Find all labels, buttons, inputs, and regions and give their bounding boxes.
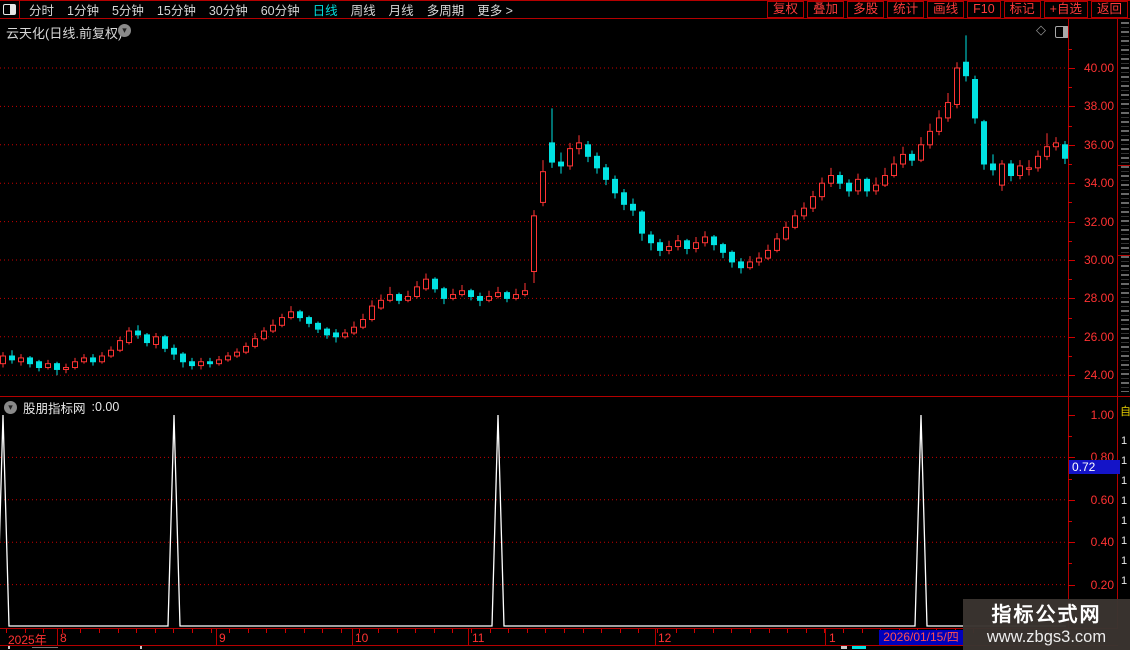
panel-separator[interactable] — [0, 396, 1130, 397]
period-tab-15分钟[interactable]: 15分钟 — [157, 0, 196, 19]
current-date-box: 2026/01/15/四 — [879, 630, 963, 645]
price-axis-label: 32.00 — [1083, 214, 1114, 229]
main-candlestick-chart[interactable] — [0, 35, 1068, 397]
period-tab-5分钟[interactable]: 5分钟 — [112, 0, 144, 19]
sub-indicator-name[interactable]: 股朋指标网 — [23, 398, 86, 417]
period-tab-周线[interactable]: 周线 — [351, 0, 376, 19]
sidebar-highlight-char: 自 — [1120, 406, 1130, 418]
month-label-12: 12 — [658, 631, 672, 645]
sub-indicator-chart[interactable] — [0, 397, 1068, 629]
price-axis-label: 38.00 — [1083, 99, 1114, 114]
indicator-current-value-box: 0.72 — [1069, 460, 1120, 474]
month-label-9: 9 — [219, 631, 226, 645]
clipped-panel-sliver — [0, 646, 1130, 650]
diamond-icon[interactable]: ◇ — [1036, 22, 1046, 38]
period-toolbar: 分时 1分钟 5分钟 15分钟 30分钟 60分钟 日线 周线 月线 多周期 更多 > 复权 叠加 多股… — [0, 0, 1130, 19]
price-axis-label: 30.00 — [1083, 253, 1114, 267]
indicator-axis-label: 0.40 — [1090, 535, 1114, 550]
price-axis-label: 36.00 — [1083, 137, 1114, 152]
sub-indicator-value: :0.00 — [91, 400, 120, 414]
toolbar-action-buttons: 复权 叠加 多股 统计 画线 F10 标记 +自选 返回 — [767, 1, 1130, 18]
month-label-1: 1 — [829, 631, 836, 645]
period-tab-分时[interactable]: 分时 — [29, 0, 54, 19]
toolbar-button-画线[interactable]: 画线 — [927, 1, 965, 18]
indicator-axis-label: 0.60 — [1090, 492, 1114, 507]
period-tab-1分钟[interactable]: 1分钟 — [67, 0, 99, 19]
panel-toggle-icon[interactable] — [1055, 26, 1069, 38]
watermark-url: www.zbgs3.com — [986, 627, 1107, 646]
period-tab-多周期[interactable]: 多周期 — [427, 0, 465, 19]
indicator-axis-label: 1.00 — [1090, 408, 1114, 422]
period-tab-60分钟[interactable]: 60分钟 — [261, 0, 300, 19]
price-axis-label: 24.00 — [1083, 368, 1114, 383]
price-axis-label: 40.00 — [1083, 61, 1114, 75]
toolbar-button-统计[interactable]: 统计 — [887, 1, 925, 18]
toolbar-button-叠加[interactable]: 叠加 — [807, 1, 845, 18]
clipped-right-sidebar[interactable]: 自 11111111 — [1118, 19, 1130, 650]
sub-indicator-label-row: ▾ 股朋指标网 :0.00 — [0, 398, 120, 417]
month-label-8: 8 — [60, 631, 67, 645]
watermark-title: 指标公式网 — [991, 603, 1102, 626]
indicator-axis-label: 0.20 — [1090, 577, 1114, 592]
price-axis-label: 28.00 — [1083, 291, 1114, 306]
month-label-11: 11 — [472, 631, 485, 645]
period-tab-日线[interactable]: 日线 — [313, 0, 338, 19]
toolbar-button-标记[interactable]: 标记 — [1003, 1, 1041, 18]
toolbar-button-+自选[interactable]: +自选 — [1043, 1, 1088, 18]
price-axis-label: 26.00 — [1083, 329, 1114, 344]
toolbar-button-F10[interactable]: F10 — [967, 1, 1001, 18]
price-axis-label: 34.00 — [1083, 176, 1114, 191]
chart-title-row: 云天化(日线.前复权) ▾ ◇ — [0, 20, 1118, 41]
chevron-down-icon[interactable]: ▾ — [4, 400, 17, 414]
clipped-vertical-text — [1121, 22, 1129, 392]
watermark: 指标公式网 www.zbgs3.com — [963, 599, 1130, 650]
chevron-down-icon[interactable]: ▾ — [118, 24, 131, 37]
split-window-icon — [3, 4, 16, 15]
toolbar-button-多股[interactable]: 多股 — [847, 1, 885, 18]
layout-toggle-button[interactable] — [0, 1, 20, 18]
period-tab-更多 >[interactable]: 更多 > — [477, 0, 513, 19]
toolbar-button-返回[interactable]: 返回 — [1090, 1, 1128, 18]
period-tab-月线[interactable]: 月线 — [389, 0, 414, 19]
period-tab-30分钟[interactable]: 30分钟 — [209, 0, 248, 19]
price-axis-line — [1068, 19, 1069, 646]
tdx-stock-app-window: 分时 1分钟 5分钟 15分钟 30分钟 60分钟 日线 周线 月线 多周期 更多 > 复权 叠加 多股… — [0, 0, 1130, 650]
month-label-10: 10 — [355, 631, 369, 645]
toolbar-button-复权[interactable]: 复权 — [767, 1, 805, 18]
period-tabs: 分时 1分钟 5分钟 15分钟 30分钟 60分钟 日线 周线 月线 多周期 更多 > — [20, 0, 513, 19]
